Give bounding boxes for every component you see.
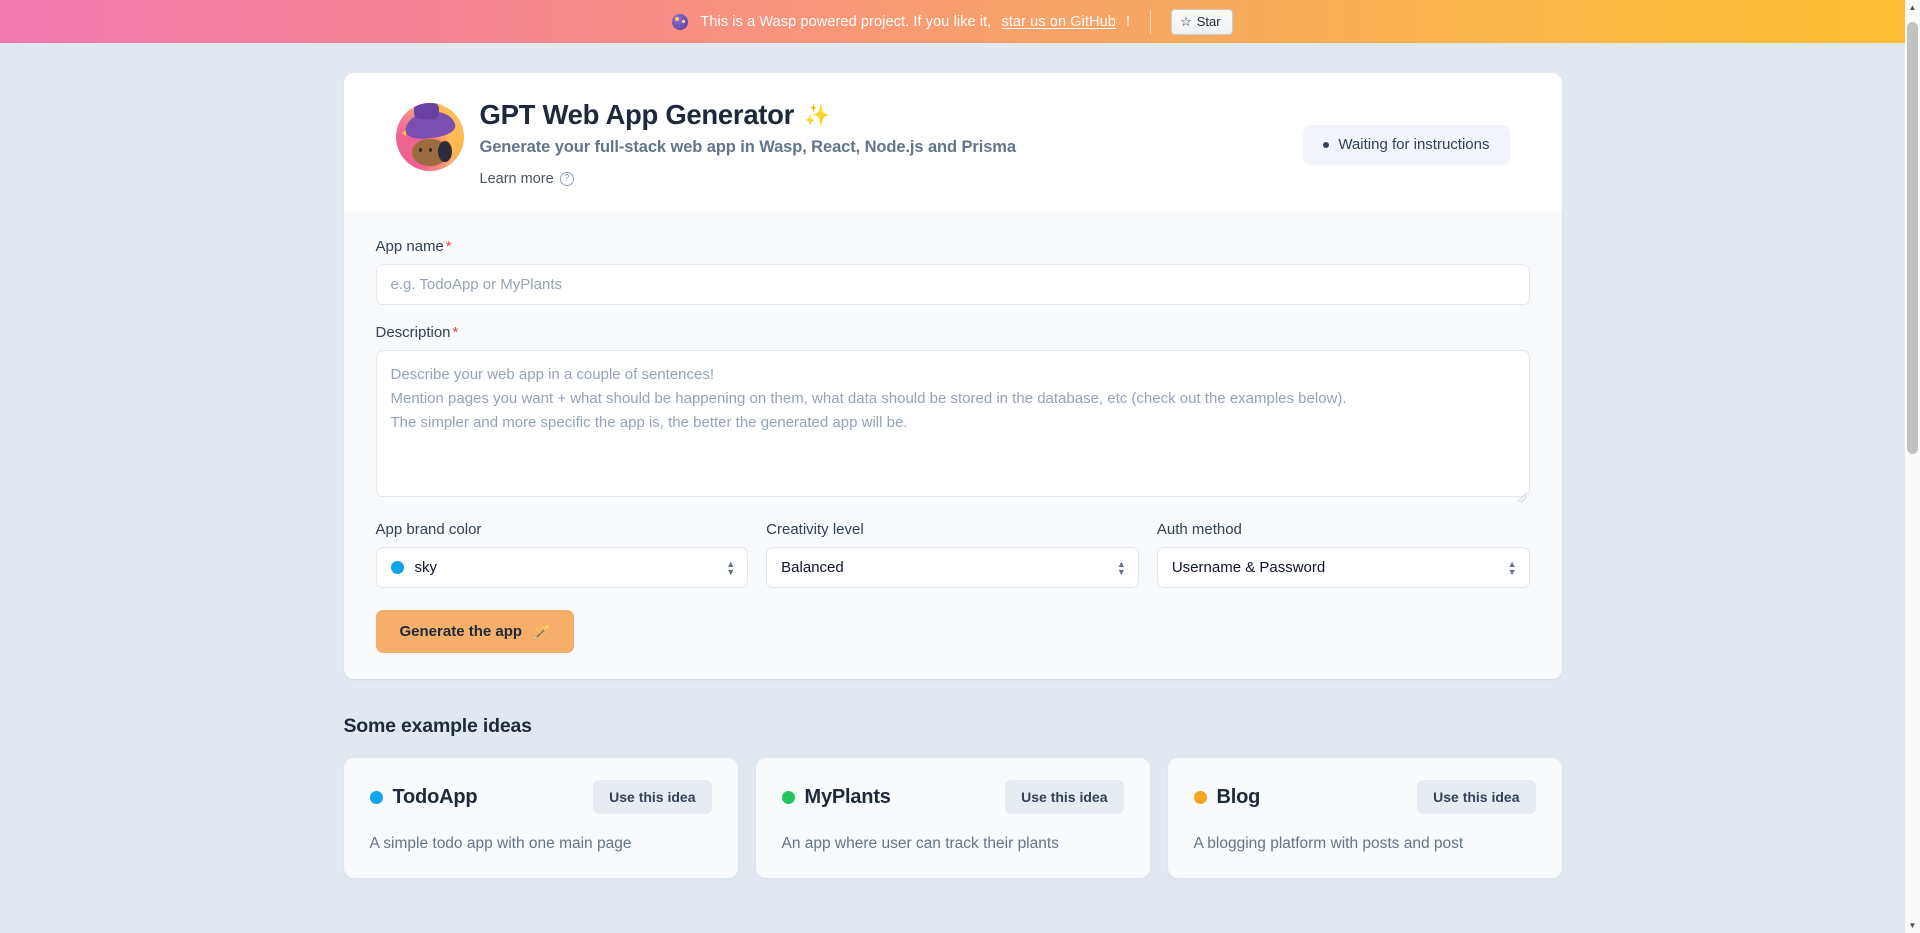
generate-app-button-label: Generate the app xyxy=(399,623,523,640)
example-card-title: MyPlants xyxy=(804,785,891,808)
auth-method-value: Username & Password xyxy=(1171,559,1326,576)
chevron-updown-icon: ▲ ▼ xyxy=(1507,558,1517,577)
use-this-idea-button[interactable]: Use this idea xyxy=(1005,780,1124,814)
chevron-updown-icon: ▲ ▼ xyxy=(1116,558,1126,577)
bee-eye-left xyxy=(418,148,422,152)
auth-method-field-group: Auth method Username & Password ▲ ▼ xyxy=(1156,521,1530,588)
banner-text-suffix: ! xyxy=(1125,13,1131,30)
color-dot-icon xyxy=(369,790,383,804)
page-title: GPT Web App Generator xyxy=(479,99,795,130)
vertical-scrollbar[interactable]: ▲ ▼ xyxy=(1905,0,1920,933)
star-button-label: Star xyxy=(1196,13,1221,29)
example-card-description: A simple todo app with one main page xyxy=(369,835,632,852)
description-label: Description * xyxy=(376,324,1530,341)
use-this-idea-button[interactable]: Use this idea xyxy=(1417,780,1536,814)
scrollbar-thumb[interactable] xyxy=(1907,22,1918,454)
banner-text: This is a Wasp powered project. If you l… xyxy=(700,13,992,30)
required-asterisk: * xyxy=(445,238,452,255)
example-card-description: A blogging platform with posts and post xyxy=(1193,835,1464,852)
color-swatch-icon xyxy=(390,561,404,574)
creativity-value: Balanced xyxy=(781,559,844,576)
required-asterisk: * xyxy=(452,324,459,341)
status-badge-label: Waiting for instructions xyxy=(1338,136,1490,153)
app-name-label: App name * xyxy=(376,238,1530,255)
creativity-label: Creativity level xyxy=(766,521,864,538)
creativity-field-group: Creativity level Balanced ▲ ▼ xyxy=(766,521,1139,588)
page-subtitle: Generate your full-stack web app in Wasp… xyxy=(479,138,1017,156)
example-name-group: MyPlants xyxy=(781,785,891,809)
sparkles-icon: ✨ xyxy=(804,103,831,127)
brand-color-field-group: App brand color sky ▲ ▼ xyxy=(375,521,749,588)
bee-eye-right xyxy=(428,148,432,152)
status-badge: Waiting for instructions xyxy=(1303,125,1510,164)
header-left-group: ✦ ✦ ✦ GPT Web App Generator ✨ Generate y… xyxy=(395,99,1017,188)
example-name-group: Blog xyxy=(1193,785,1261,809)
app-header-card: ✦ ✦ ✦ GPT Web App Generator ✨ Generate y… xyxy=(343,73,1562,212)
scroll-up-arrow-icon[interactable]: ▲ xyxy=(1905,0,1920,15)
magic-wand-icon: 🪄 xyxy=(533,623,551,640)
example-name-group: TodoApp xyxy=(369,785,478,809)
app-name-field-group: App name * xyxy=(375,238,1530,305)
brand-color-value: sky xyxy=(414,559,438,576)
app-generator-form: App name* Description* App b xyxy=(343,212,1562,679)
wasp-bee-icon xyxy=(672,13,689,30)
example-card: MyPlants Use this idea An app where user… xyxy=(755,758,1150,878)
auth-method-label: Auth method xyxy=(1156,521,1242,538)
app-name-label-text: App name xyxy=(375,238,444,255)
wizard-hat xyxy=(403,109,456,141)
description-textarea-wrapper xyxy=(375,350,1530,504)
options-row: App brand color sky ▲ ▼ Creativity level … xyxy=(375,521,1530,588)
title-row: GPT Web App Generator ✨ xyxy=(480,99,1016,131)
example-card-header: TodoApp Use this idea xyxy=(369,780,712,814)
content-container: ✦ ✦ ✦ GPT Web App Generator ✨ Generate y… xyxy=(343,43,1562,878)
example-card-title: TodoApp xyxy=(392,785,478,808)
description-field-group: Description * xyxy=(375,324,1530,504)
examples-grid: TodoApp Use this idea A simple todo app … xyxy=(343,758,1562,878)
bee-body xyxy=(411,139,452,166)
color-dot-icon xyxy=(781,790,795,804)
example-card: TodoApp Use this idea A simple todo app … xyxy=(343,758,738,878)
color-dot-icon xyxy=(1193,790,1207,804)
app-name-input[interactable] xyxy=(375,264,1530,305)
banner-divider xyxy=(1150,9,1152,34)
generate-app-button[interactable]: Generate the app 🪄 xyxy=(375,610,575,653)
example-card-description: An app where user can track their plants xyxy=(781,835,1059,852)
wasp-promo-banner: This is a Wasp powered project. If you l… xyxy=(0,0,1905,43)
page-scroll-area: ✦ ✦ ✦ GPT Web App Generator ✨ Generate y… xyxy=(0,43,1905,933)
scroll-down-arrow-icon[interactable]: ▼ xyxy=(1905,918,1920,933)
brand-color-label: App brand color xyxy=(375,521,482,538)
star-us-on-github-link[interactable]: star us on GitHub xyxy=(1001,14,1116,30)
question-circle-icon: ? xyxy=(559,172,574,186)
examples-section-title: Some example ideas xyxy=(343,715,532,737)
banner-content: This is a Wasp powered project. If you l… xyxy=(672,13,1131,30)
chevron-updown-icon: ▲ ▼ xyxy=(726,558,736,577)
creativity-select[interactable]: Balanced ▲ ▼ xyxy=(766,547,1139,588)
example-card-title: Blog xyxy=(1216,785,1261,808)
example-card: Blog Use this idea A blogging platform w… xyxy=(1167,758,1562,878)
use-this-idea-button[interactable]: Use this idea xyxy=(593,780,712,814)
header-text-group: GPT Web App Generator ✨ Generate your fu… xyxy=(479,99,1017,188)
learn-more-label: Learn more xyxy=(479,171,554,187)
example-card-header: Blog Use this idea xyxy=(1193,780,1536,814)
wasp-wizard-bee-logo: ✦ ✦ ✦ xyxy=(395,103,464,171)
star-icon: ☆ xyxy=(1180,14,1192,29)
auth-method-select[interactable]: Username & Password ▲ ▼ xyxy=(1156,547,1530,588)
description-label-text: Description xyxy=(375,324,451,341)
github-star-button[interactable]: ☆ Star xyxy=(1171,8,1233,35)
brand-color-select[interactable]: sky ▲ ▼ xyxy=(375,547,749,588)
status-dot-icon xyxy=(1323,141,1330,148)
example-card-header: MyPlants Use this idea xyxy=(781,780,1124,814)
learn-more-link[interactable]: Learn more ? xyxy=(480,171,574,187)
description-textarea[interactable] xyxy=(375,350,1530,497)
